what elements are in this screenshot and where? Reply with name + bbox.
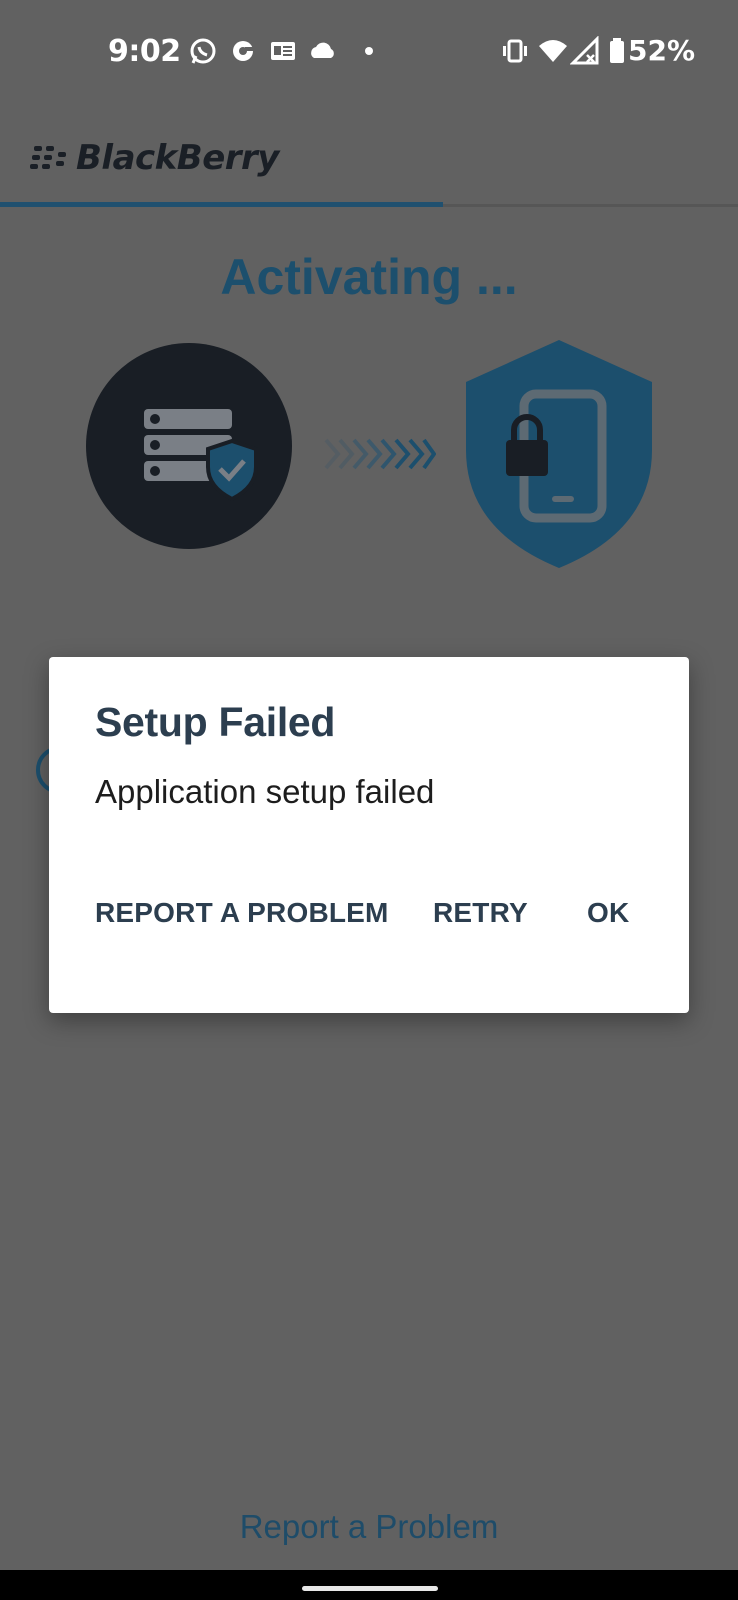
page-title: Activating ... [220, 249, 518, 305]
blackberry-logo-icon [30, 146, 66, 169]
wifi-icon [539, 40, 567, 62]
app-header: BlackBerry [0, 96, 738, 210]
sync-icon [233, 41, 253, 61]
server-illustration [144, 409, 258, 502]
signal-icon [570, 36, 599, 65]
logo-text: BlackBerry [76, 138, 279, 178]
home-gesture-handle[interactable] [302, 1586, 438, 1591]
dialog-title: Setup Failed [95, 699, 336, 745]
server-shield-icon [86, 343, 292, 549]
battery-percent: 52% [628, 34, 696, 67]
retry-button[interactable]: RETRY [433, 897, 528, 929]
report-problem-link[interactable]: Report a Problem [0, 1508, 738, 1546]
vibrate-icon [503, 39, 527, 63]
setup-failed-dialog: Setup Failed Application setup failed RE… [49, 657, 689, 1013]
whatsapp-icon [190, 38, 216, 64]
dot-icon [365, 47, 373, 55]
news-icon [271, 42, 295, 60]
cloud-icon [311, 42, 334, 58]
arrows-icon [324, 438, 436, 470]
phone-lock-shield-icon [466, 340, 652, 568]
status-bar: 9:02 52% [0, 0, 738, 96]
ok-button[interactable]: OK [587, 897, 629, 929]
dialog-message: Application setup failed [95, 773, 435, 810]
navigation-bar [0, 1570, 738, 1600]
header-progress-bar [0, 202, 443, 207]
blackberry-logo: BlackBerry [30, 136, 279, 180]
report-problem-button[interactable]: REPORT A PROBLEM [95, 897, 389, 929]
status-time: 9:02 [108, 34, 181, 69]
